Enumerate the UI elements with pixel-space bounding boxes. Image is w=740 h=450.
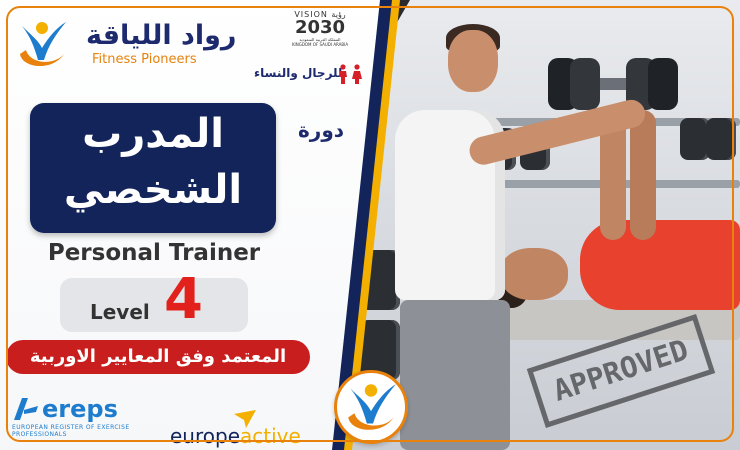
client-head xyxy=(500,248,568,300)
men-women-icon xyxy=(339,64,362,84)
brand-name-english: Fitness Pioneers xyxy=(92,52,197,67)
accreditation-banner: المعتمد وفق المعايير الاوربية xyxy=(6,340,310,374)
fitness-pioneers-logo-icon xyxy=(20,22,66,67)
course-title-box: المدرب الشخصي xyxy=(30,103,276,233)
trainer-head xyxy=(448,30,498,92)
ereps-subtitle: EUROPEAN REGISTER OF EXERCISE PROFESSION… xyxy=(12,424,130,438)
lifted-dumbbell xyxy=(548,58,678,110)
level-number: 4 xyxy=(164,267,203,332)
level-box xyxy=(60,278,248,332)
ereps-logo-icon xyxy=(14,398,38,420)
course-label: دورة xyxy=(298,118,345,142)
promo-banner: رواد اللياقة Fitness Pioneers VISION رؤي… xyxy=(0,0,740,450)
vision-2030-logo: VISION رؤية 2030 المملكة العربية السعودي… xyxy=(291,10,349,47)
title-line-1: المدرب xyxy=(82,111,224,157)
fitness-pioneers-logo-icon xyxy=(348,384,396,430)
audience-label: للرجال والنساء xyxy=(254,66,343,80)
dumbbell xyxy=(706,118,736,160)
bottom-logo-badge xyxy=(334,370,408,444)
level-label: Level xyxy=(90,300,150,324)
ereps-logo-text: ereps xyxy=(42,395,118,423)
europeactive-logo-text: europeactive xyxy=(170,424,301,448)
title-line-2: الشخصي xyxy=(63,167,243,213)
brand-name-arabic: رواد اللياقة xyxy=(86,20,237,51)
course-subtitle: Personal Trainer xyxy=(47,240,261,266)
